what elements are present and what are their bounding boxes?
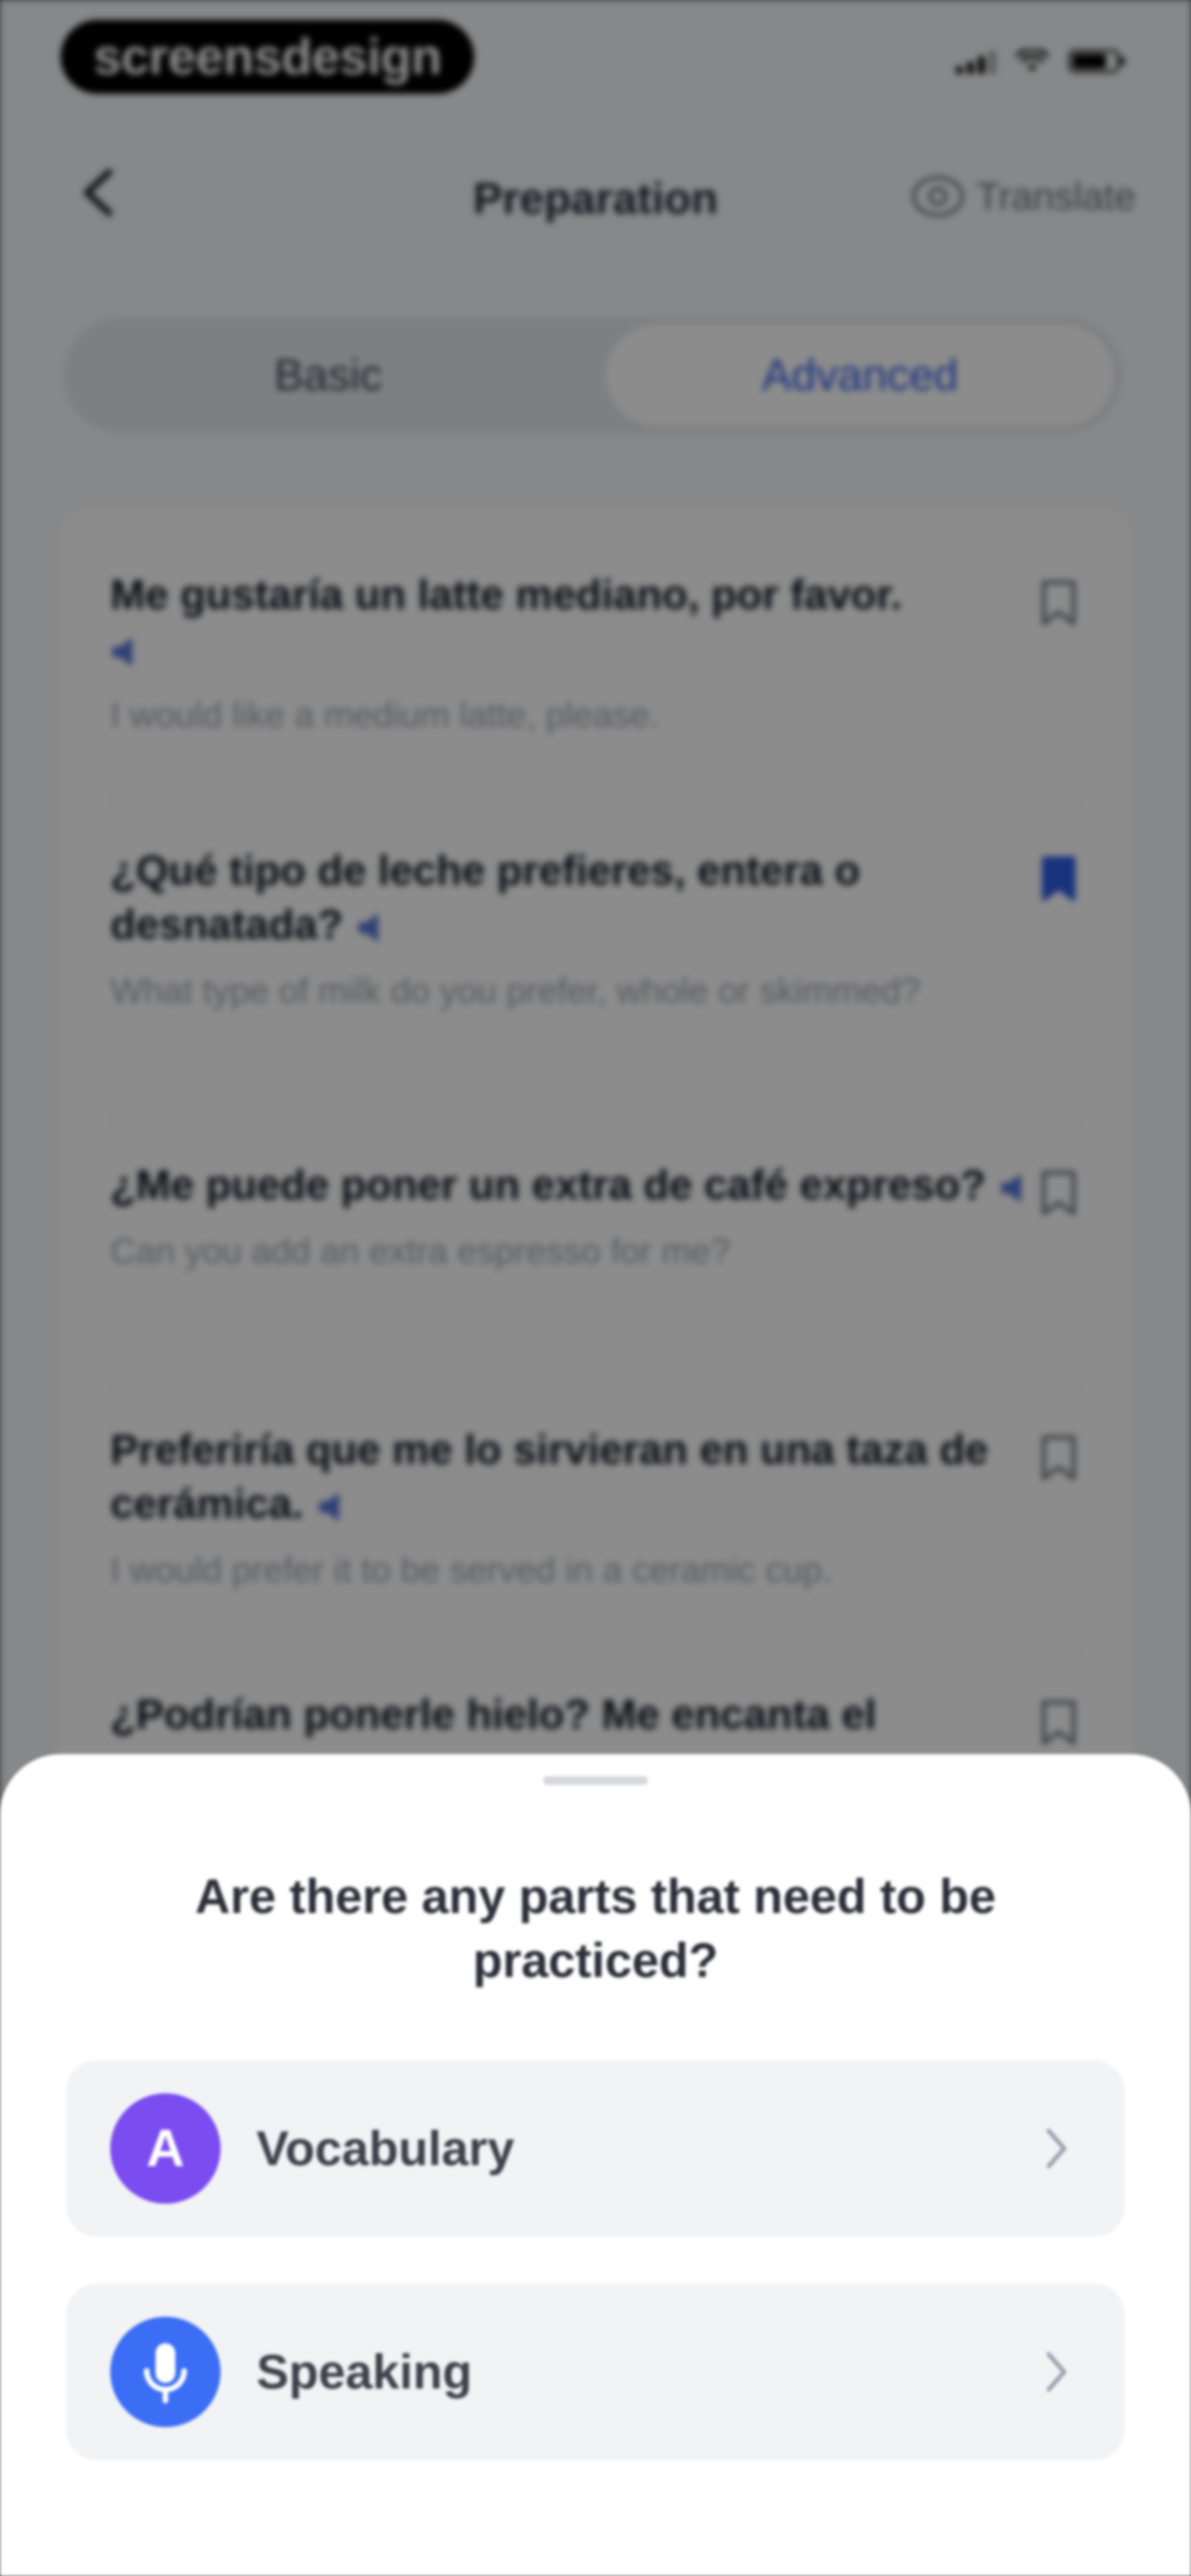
letter-a-icon: A [110,2093,221,2204]
chevron-right-icon [1047,2129,1066,2168]
option-label: Vocabulary [256,2121,514,2176]
sheet-grabber[interactable] [543,1776,648,1785]
sheet-title: Are there any parts that need to be prac… [195,1869,996,1987]
option-label: Speaking [256,2344,473,2399]
microphone-icon [110,2317,221,2427]
chevron-right-icon [1047,2352,1066,2392]
speaking-option[interactable]: Speaking [66,2284,1125,2460]
vocabulary-option[interactable]: A Vocabulary [66,2060,1125,2237]
practice-bottom-sheet: Are there any parts that need to be prac… [0,1754,1191,2576]
